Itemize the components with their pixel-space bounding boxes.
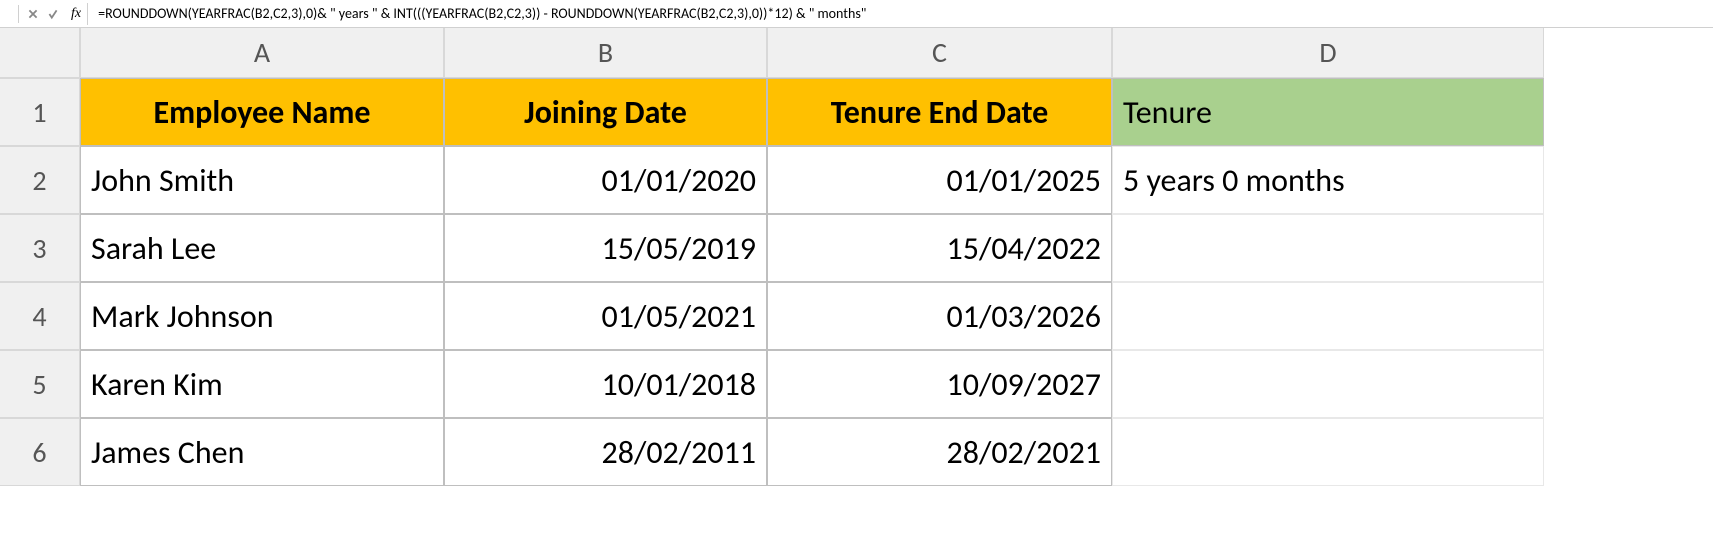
cell-D6[interactable] (1112, 418, 1544, 486)
formula-input[interactable] (92, 3, 1709, 25)
cell-A1[interactable]: Employee Name (80, 78, 444, 146)
select-all-corner[interactable] (0, 28, 80, 78)
col-header-C[interactable]: C (767, 28, 1112, 78)
cell-D1[interactable]: Tenure (1112, 78, 1544, 146)
cell-B5[interactable]: 10/01/2018 (444, 350, 767, 418)
cell-B4[interactable]: 01/05/2021 (444, 282, 767, 350)
enter-icon[interactable] (45, 6, 61, 22)
row-header-3[interactable]: 3 (0, 214, 80, 282)
cell-D2[interactable]: 5 years 0 months (1112, 146, 1544, 214)
row-header-1[interactable]: 1 (0, 78, 80, 146)
row-header-6[interactable]: 6 (0, 418, 80, 486)
cell-C4[interactable]: 01/03/2026 (767, 282, 1112, 350)
cell-B3[interactable]: 15/05/2019 (444, 214, 767, 282)
cell-A5[interactable]: Karen Kim (80, 350, 444, 418)
row-header-2[interactable]: 2 (0, 146, 80, 214)
cell-C5[interactable]: 10/09/2027 (767, 350, 1112, 418)
spreadsheet-grid: A B C D 1 Employee Name Joining Date Ten… (0, 28, 1713, 486)
cell-B6[interactable]: 28/02/2011 (444, 418, 767, 486)
row-header-5[interactable]: 5 (0, 350, 80, 418)
cell-B1[interactable]: Joining Date (444, 78, 767, 146)
col-header-A[interactable]: A (80, 28, 444, 78)
cell-C2[interactable]: 01/01/2025 (767, 146, 1112, 214)
cell-D4[interactable] (1112, 282, 1544, 350)
separator (18, 5, 19, 23)
formula-bar: fx (0, 0, 1713, 28)
fx-label[interactable]: fx (65, 3, 88, 25)
cell-D5[interactable] (1112, 350, 1544, 418)
cell-B2[interactable]: 01/01/2020 (444, 146, 767, 214)
row-header-4[interactable]: 4 (0, 282, 80, 350)
cell-C1[interactable]: Tenure End Date (767, 78, 1112, 146)
name-box-dropdown[interactable] (4, 3, 12, 25)
cell-C6[interactable]: 28/02/2021 (767, 418, 1112, 486)
cell-D3[interactable] (1112, 214, 1544, 282)
cell-A2[interactable]: John Smith (80, 146, 444, 214)
cell-C3[interactable]: 15/04/2022 (767, 214, 1112, 282)
cell-A6[interactable]: James Chen (80, 418, 444, 486)
cell-A3[interactable]: Sarah Lee (80, 214, 444, 282)
col-header-B[interactable]: B (444, 28, 767, 78)
cell-A4[interactable]: Mark Johnson (80, 282, 444, 350)
col-header-D[interactable]: D (1112, 28, 1544, 78)
cancel-icon[interactable] (25, 6, 41, 22)
